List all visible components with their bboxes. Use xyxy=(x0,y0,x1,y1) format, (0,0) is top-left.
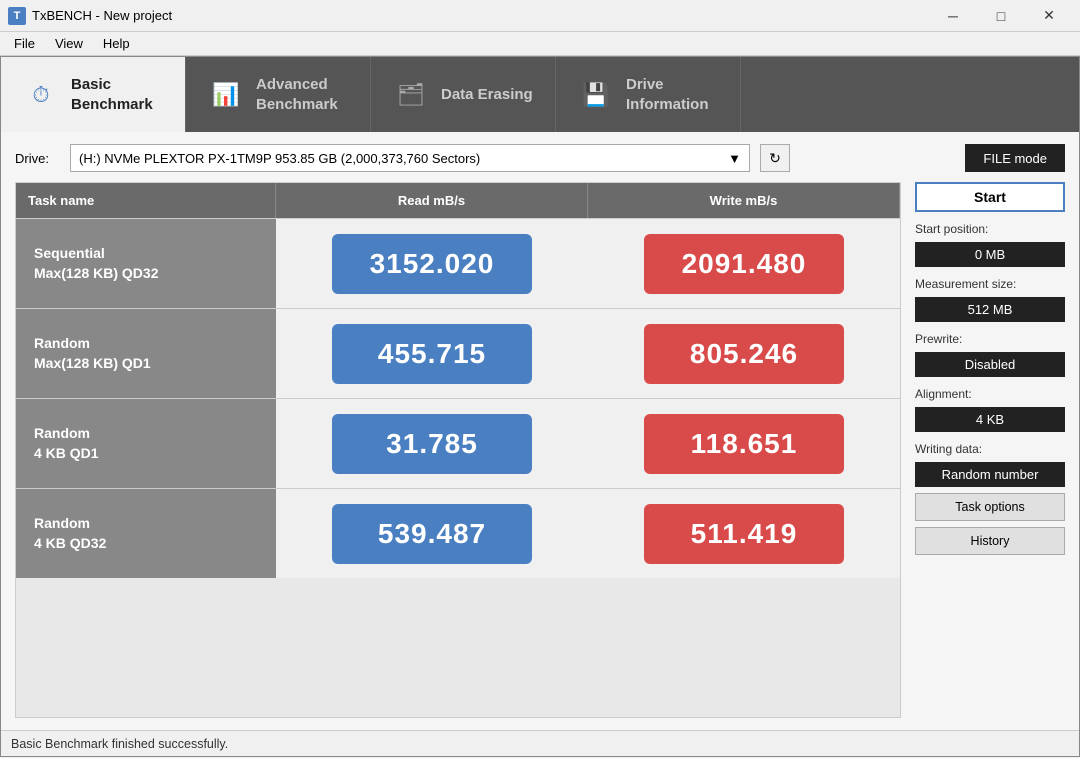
write-badge: 511.419 xyxy=(644,504,844,564)
read-value-random-4k-qd32: 539.487 xyxy=(276,496,588,572)
write-value-sequential-128-qd32: 2091.480 xyxy=(588,226,900,302)
tab-data-erasing[interactable]: 🗂 Data Erasing xyxy=(371,57,556,132)
read-value-random-128-qd1: 455.715 xyxy=(276,316,588,392)
drive-label: Drive: xyxy=(15,151,60,166)
write-badge: 2091.480 xyxy=(644,234,844,294)
status-bar: Basic Benchmark finished successfully. xyxy=(1,730,1079,756)
prewrite-value: Disabled xyxy=(915,352,1065,377)
menu-file[interactable]: File xyxy=(4,34,45,53)
write-value-random-4k-qd32: 511.419 xyxy=(588,496,900,572)
close-button[interactable]: ✕ xyxy=(1026,2,1072,30)
table-row: SequentialMax(128 KB) QD32 3152.020 2091… xyxy=(16,218,900,308)
write-value-random-4k-qd1: 118.651 xyxy=(588,406,900,482)
task-name-random-4k-qd1: Random4 KB QD1 xyxy=(16,399,276,488)
tab-advanced-label: AdvancedBenchmark xyxy=(256,75,338,114)
header-read: Read mB/s xyxy=(276,183,588,218)
drive-select-value: (H:) NVMe PLEXTOR PX-1TM9P 953.85 GB (2,… xyxy=(79,151,480,166)
read-badge: 539.487 xyxy=(332,504,532,564)
tab-drive-label: DriveInformation xyxy=(626,75,709,114)
benchmark-table: Task name Read mB/s Write mB/s Sequentia… xyxy=(15,182,901,718)
drive-info-icon: 💾 xyxy=(578,77,614,113)
start-position-value: 0 MB xyxy=(915,242,1065,267)
title-bar-text: TxBENCH - New project xyxy=(32,8,930,23)
task-name-sequential-128-qd32: SequentialMax(128 KB) QD32 xyxy=(16,219,276,308)
header-write: Write mB/s xyxy=(588,183,900,218)
read-badge: 3152.020 xyxy=(332,234,532,294)
table-header: Task name Read mB/s Write mB/s xyxy=(16,183,900,218)
menu-view[interactable]: View xyxy=(45,34,93,53)
table-row: RandomMax(128 KB) QD1 455.715 805.246 xyxy=(16,308,900,398)
task-options-button[interactable]: Task options xyxy=(915,493,1065,521)
measurement-size-label: Measurement size: xyxy=(915,277,1065,291)
writing-data-value: Random number xyxy=(915,462,1065,487)
maximize-button[interactable]: □ xyxy=(978,2,1024,30)
right-panel: Start Start position: 0 MB Measurement s… xyxy=(915,182,1065,718)
writing-data-label: Writing data: xyxy=(915,442,1065,456)
menu-help[interactable]: Help xyxy=(93,34,140,53)
alignment-value: 4 KB xyxy=(915,407,1065,432)
drive-refresh-button[interactable]: ↻ xyxy=(760,144,790,172)
main-content: Drive: (H:) NVMe PLEXTOR PX-1TM9P 953.85… xyxy=(1,132,1079,730)
header-task-name: Task name xyxy=(16,183,276,218)
read-value-sequential-128-qd32: 3152.020 xyxy=(276,226,588,302)
status-message: Basic Benchmark finished successfully. xyxy=(11,737,228,751)
alignment-label: Alignment: xyxy=(915,387,1065,401)
tab-bar: ⏱ BasicBenchmark 📊 AdvancedBenchmark 🗂 D… xyxy=(1,57,1079,132)
app-window: ⏱ BasicBenchmark 📊 AdvancedBenchmark 🗂 D… xyxy=(0,56,1080,757)
history-button[interactable]: History xyxy=(915,527,1065,555)
start-button[interactable]: Start xyxy=(915,182,1065,212)
measurement-size-value: 512 MB xyxy=(915,297,1065,322)
read-badge: 455.715 xyxy=(332,324,532,384)
write-value-random-128-qd1: 805.246 xyxy=(588,316,900,392)
data-erasing-icon: 🗂 xyxy=(393,77,429,113)
basic-benchmark-icon: ⏱ xyxy=(23,77,59,113)
drive-row: Drive: (H:) NVMe PLEXTOR PX-1TM9P 953.85… xyxy=(15,144,1065,172)
read-value-random-4k-qd1: 31.785 xyxy=(276,406,588,482)
write-badge: 118.651 xyxy=(644,414,844,474)
prewrite-label: Prewrite: xyxy=(915,332,1065,346)
task-name-random-4k-qd32: Random4 KB QD32 xyxy=(16,489,276,578)
drive-select[interactable]: (H:) NVMe PLEXTOR PX-1TM9P 953.85 GB (2,… xyxy=(70,144,750,172)
tab-basic-benchmark[interactable]: ⏱ BasicBenchmark xyxy=(1,57,186,132)
tab-basic-label: BasicBenchmark xyxy=(71,75,153,114)
tab-erasing-label: Data Erasing xyxy=(441,85,533,105)
minimize-button[interactable]: ─ xyxy=(930,2,976,30)
start-position-label: Start position: xyxy=(915,222,1065,236)
write-badge: 805.246 xyxy=(644,324,844,384)
title-bar-controls: ─ □ ✕ xyxy=(930,2,1072,30)
tab-advanced-benchmark[interactable]: 📊 AdvancedBenchmark xyxy=(186,57,371,132)
drive-dropdown-icon: ▼ xyxy=(728,151,741,166)
title-bar: T TxBENCH - New project ─ □ ✕ xyxy=(0,0,1080,32)
menu-bar: File View Help xyxy=(0,32,1080,56)
app-icon: T xyxy=(8,7,26,25)
file-mode-button[interactable]: FILE mode xyxy=(965,144,1065,172)
tab-drive-information[interactable]: 💾 DriveInformation xyxy=(556,57,741,132)
table-row: Random4 KB QD1 31.785 118.651 xyxy=(16,398,900,488)
table-row: Random4 KB QD32 539.487 511.419 xyxy=(16,488,900,578)
advanced-benchmark-icon: 📊 xyxy=(208,77,244,113)
read-badge: 31.785 xyxy=(332,414,532,474)
results-area: Task name Read mB/s Write mB/s Sequentia… xyxy=(15,182,1065,718)
task-name-random-128-qd1: RandomMax(128 KB) QD1 xyxy=(16,309,276,398)
